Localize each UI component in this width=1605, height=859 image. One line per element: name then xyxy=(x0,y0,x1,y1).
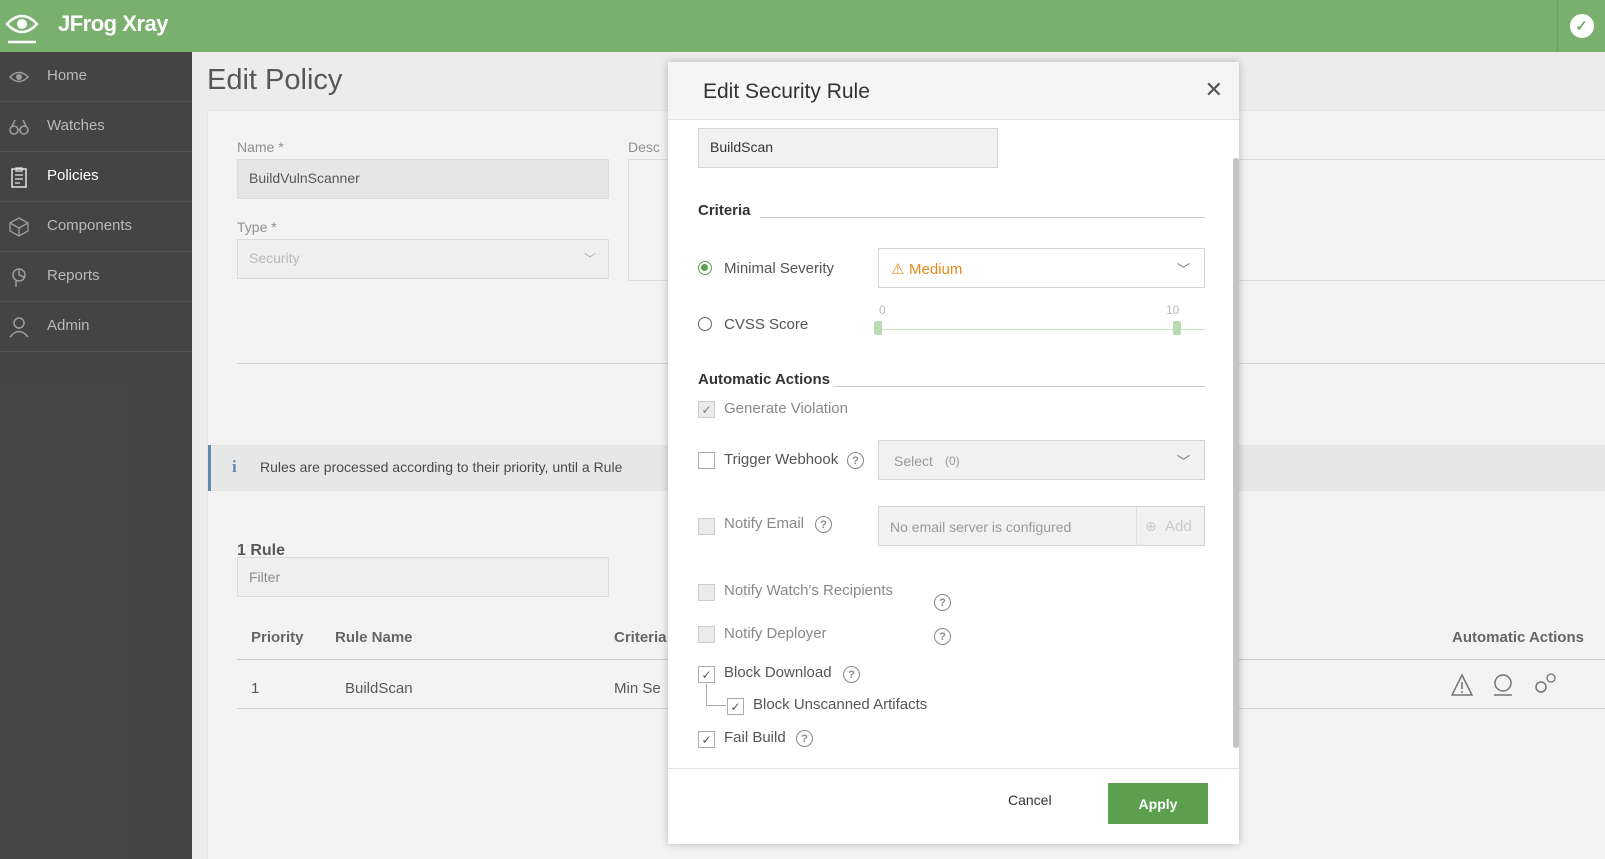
generate-violation-checkbox[interactable]: ✓ xyxy=(698,401,715,418)
block-download-checkbox[interactable]: ✓ xyxy=(698,666,715,683)
chevron-down-icon: ﹀ xyxy=(1176,454,1190,469)
notify-watch-recipients-label: Notify Watch's Recipients xyxy=(724,582,894,599)
trigger-webhook-checkbox[interactable] xyxy=(698,452,715,469)
tree-connector xyxy=(706,684,707,706)
notify-email-checkbox[interactable] xyxy=(698,518,715,535)
fail-build-label: Fail Build xyxy=(724,729,786,746)
severity-select[interactable]: ⚠ Medium ﹀ xyxy=(878,248,1205,288)
generate-violation-label: Generate Violation xyxy=(724,400,848,417)
scrollbar-thumb[interactable] xyxy=(1233,158,1239,748)
cvss-slider-track[interactable] xyxy=(878,329,1205,330)
cvss-min-label: 0 xyxy=(879,303,886,317)
help-icon[interactable]: ? xyxy=(934,628,951,645)
edit-security-rule-dialog: Edit Security Rule ✕ BuildScan Criteria … xyxy=(668,62,1239,844)
help-icon[interactable]: ? xyxy=(934,594,951,611)
cvss-max-label: 10 xyxy=(1166,303,1180,317)
apply-button[interactable]: Apply xyxy=(1108,783,1208,824)
severity-value: Medium xyxy=(909,261,963,278)
block-unscanned-label: Block Unscanned Artifacts xyxy=(753,696,928,713)
notify-deployer-checkbox[interactable] xyxy=(698,626,715,643)
automatic-actions-section-title: Automatic Actions xyxy=(698,371,830,388)
help-icon[interactable]: ? xyxy=(815,516,832,533)
tree-connector xyxy=(706,705,726,706)
cvss-slider-max-handle[interactable] xyxy=(1173,321,1181,335)
help-icon[interactable]: ? xyxy=(796,730,813,747)
cvss-slider-min-handle[interactable] xyxy=(874,321,882,335)
block-unscanned-checkbox[interactable]: ✓ xyxy=(727,698,744,715)
chevron-down-icon: ﹀ xyxy=(1176,262,1190,277)
notify-deployer-label: Notify Deployer xyxy=(724,625,827,642)
block-download-label: Block Download xyxy=(724,664,832,681)
webhook-select-placeholder: Select xyxy=(894,453,933,469)
webhook-count: (0) xyxy=(945,454,960,468)
criteria-divider xyxy=(760,217,1205,218)
dialog-header: Edit Security Rule ✕ xyxy=(668,62,1239,120)
criteria-section-title: Criteria xyxy=(698,202,751,219)
warning-icon: ⚠ xyxy=(891,261,905,278)
email-add-button[interactable]: ⊕ Add xyxy=(1136,507,1204,545)
trigger-webhook-label: Trigger Webhook xyxy=(724,451,839,468)
cancel-button[interactable]: Cancel xyxy=(1008,792,1052,808)
help-icon[interactable]: ? xyxy=(843,666,860,683)
rule-name-input[interactable]: BuildScan xyxy=(698,128,998,168)
dialog-title: Edit Security Rule xyxy=(703,80,870,103)
minimal-severity-radio[interactable] xyxy=(698,261,712,275)
notify-watch-recipients-checkbox[interactable] xyxy=(698,584,715,601)
scrollbar-track[interactable] xyxy=(1233,158,1239,748)
dialog-body: BuildScan Criteria Minimal Severity ⚠ Me… xyxy=(668,120,1239,768)
minimal-severity-label: Minimal Severity xyxy=(724,260,835,277)
dialog-footer: Cancel Apply xyxy=(668,768,1239,844)
email-input[interactable]: No email server is configured ⊕ Add xyxy=(878,506,1205,546)
cvss-score-label: CVSS Score xyxy=(724,316,809,333)
help-icon[interactable]: ? xyxy=(847,452,864,469)
cvss-score-radio[interactable] xyxy=(698,317,712,331)
plus-circle-icon: ⊕ xyxy=(1145,518,1157,534)
notify-email-label: Notify Email xyxy=(724,515,805,532)
email-add-label: Add xyxy=(1165,518,1192,535)
close-icon[interactable]: ✕ xyxy=(1205,79,1223,101)
fail-build-checkbox[interactable]: ✓ xyxy=(698,731,715,748)
email-placeholder: No email server is configured xyxy=(890,519,1072,535)
webhook-select[interactable]: Select (0) ﹀ xyxy=(878,440,1205,480)
automatic-actions-divider xyxy=(834,386,1205,387)
